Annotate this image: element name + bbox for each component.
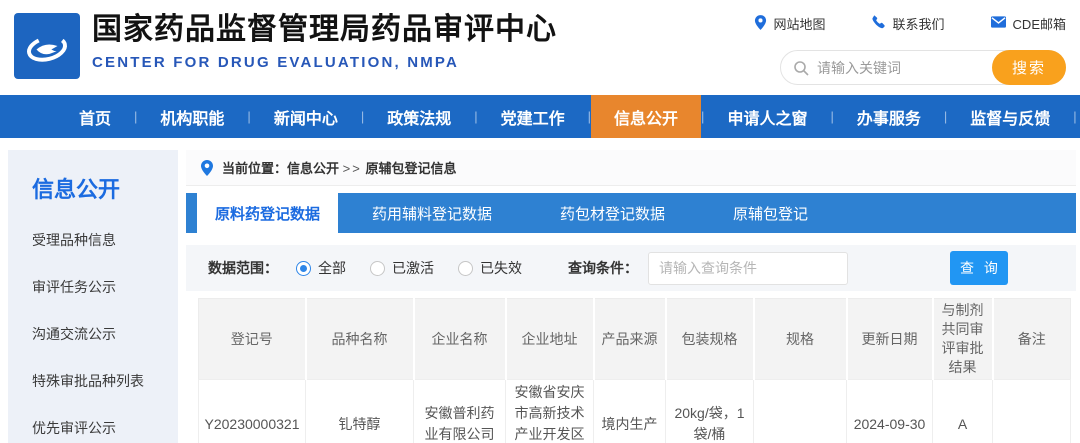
cell-登记号: Y20230000321 [198, 379, 306, 443]
nav-item-申请人之窗[interactable]: 申请人之窗 [704, 95, 830, 138]
column-header-包装规格: 包装规格 [664, 298, 754, 380]
search-input[interactable] [817, 59, 992, 76]
sidebar: 信息公开 受理品种信息审评任务公示沟通交流公示特殊审批品种列表优先审评公示突破性… [8, 150, 178, 443]
sidebar-item-优先审评公示[interactable]: 优先审评公示 [32, 418, 178, 438]
cell-包装规格: 20kg/袋，1袋/桶 [665, 379, 754, 443]
column-header-企业名称: 企业名称 [412, 298, 506, 380]
quick-links: 网站地图 联系我们 CDE邮箱 [754, 14, 1066, 33]
column-header-登记号: 登记号 [198, 298, 306, 380]
nav-item-办事服务[interactable]: 办事服务 [834, 95, 944, 138]
nav-item-党建工作[interactable]: 党建工作 [478, 95, 588, 138]
mail-icon [990, 16, 1006, 31]
table-header-row: 登记号 品种名称 企业名称 企业地址 产品来源 包装规格 规格 更新日期 与制剂共同审评审批结果… [198, 298, 1071, 380]
site-title: 国家药品监督管理局药品审评中心 [92, 13, 557, 46]
nav-item-信息公开[interactable]: 信息公开 [591, 95, 702, 138]
quick-link-CDE邮箱[interactable]: CDE邮箱 [990, 14, 1066, 33]
main-nav: 首页 | 机构职能 | 新闻中心 | 政策法规 | 党建工作 | 信息公开 | 申请人之窗 | 办事服务 | 监… [0, 95, 1080, 138]
nav-item-登记备案平台[interactable]: 登记备案平台 [1077, 95, 1080, 138]
cell-企业名称: 安徽普利药业有限公司 [413, 379, 506, 443]
registration-table: 登记号 品种名称 企业名称 企业地址 产品来源 包装规格 规格 更新日期 与制剂共同审评审批结果… [198, 298, 1071, 443]
location-pin-icon [201, 159, 213, 176]
column-header-更新日期: 更新日期 [845, 298, 933, 380]
breadcrumb-section[interactable]: 信息公开 [287, 161, 339, 176]
radio-circle-icon [370, 260, 385, 276]
tab-原辅包登记[interactable]: 原辅包登记 [699, 193, 842, 233]
quick-link-网站地图[interactable]: 网站地图 [754, 14, 826, 33]
content-panel: 当前位置：信息公开 >> 原辅包登记信息 原料药登记数据 药用辅料登记数据 药包材登… [186, 150, 1076, 443]
search-button[interactable]: 搜索 [992, 50, 1066, 85]
data-tabs: 原料药登记数据 药用辅料登记数据 药包材登记数据 原辅包登记 [186, 193, 1076, 233]
breadcrumb-separator: >> [342, 161, 362, 176]
radio-option-label: 已激活 [392, 260, 434, 276]
cell-备注 [992, 379, 1071, 443]
sidebar-item-受理品种信息[interactable]: 受理品种信息 [32, 230, 178, 250]
cell-与制剂共同审评审批结果: A [932, 379, 993, 443]
cell-产品来源: 境内生产 [593, 379, 666, 443]
site-subtitle: CENTER FOR DRUG EVALUATION, NMPA [92, 54, 460, 71]
main-area: 信息公开 受理品种信息审评任务公示沟通交流公示特殊审批品种列表优先审评公示突破性… [0, 138, 1080, 443]
radio-circle-icon [458, 260, 473, 276]
tab-原料药登记数据[interactable]: 原料药登记数据 [197, 193, 339, 233]
site-search: 搜索 [780, 50, 1066, 85]
search-icon [794, 60, 809, 76]
sidebar-item-沟通交流公示[interactable]: 沟通交流公示 [32, 324, 178, 344]
cell-企业地址: 安徽省安庆市高新技术产业开发区霓虹路58号 [505, 379, 594, 443]
query-input[interactable] [648, 251, 848, 285]
breadcrumb-current: 原辅包登记信息 [365, 161, 457, 176]
table-row: Y20230000321 钆特醇 安徽普利药业有限公司 安徽省安庆市高新技术产业开发区… [198, 379, 1071, 443]
query-label: 查询条件： [568, 260, 638, 276]
tab-药包材登记数据[interactable]: 药包材登记数据 [526, 193, 699, 233]
column-header-与制剂共同审评审批结果: 与制剂共同审评审批结果 [931, 298, 993, 380]
column-header-企业地址: 企业地址 [504, 298, 594, 380]
sidebar-title: 信息公开 [32, 177, 121, 202]
nav-item-政策法规[interactable]: 政策法规 [364, 95, 474, 138]
cde-logo [14, 13, 80, 79]
radio-option-label: 已失效 [480, 260, 522, 276]
nav-item-新闻中心[interactable]: 新闻中心 [251, 95, 361, 138]
sidebar-list: 受理品种信息审评任务公示沟通交流公示特殊审批品种列表优先审评公示突破性治疗公示 [32, 230, 178, 443]
scope-label: 数据范围： [208, 260, 278, 276]
sidebar-item-特殊审批品种列表[interactable]: 特殊审批品种列表 [32, 371, 178, 391]
column-header-规格: 规格 [752, 298, 847, 380]
nav-item-监督与反馈[interactable]: 监督与反馈 [947, 95, 1073, 138]
quick-link-联系我们[interactable]: 联系我们 [871, 14, 945, 33]
filter-bar: 数据范围： 全部 已激活 已失效 查询条件： 查 询 [186, 245, 1076, 291]
location-pin-icon [754, 14, 767, 33]
column-header-品种名称: 品种名称 [304, 298, 414, 380]
breadcrumb-location-label: 当前位置： [222, 161, 288, 176]
radio-option-已失效[interactable]: 已失效 [458, 258, 522, 278]
site-header: 国家药品监督管理局药品审评中心 CENTER FOR DRUG EVALUATI… [0, 0, 1080, 95]
radio-option-全部[interactable]: 全部 [296, 258, 346, 278]
quick-link-label: CDE邮箱 [1012, 17, 1066, 32]
phone-icon [871, 15, 886, 32]
brand-block: 国家药品监督管理局药品审评中心 CENTER FOR DRUG EVALUATI… [92, 10, 557, 71]
column-header-备注: 备注 [991, 298, 1071, 380]
column-header-产品来源: 产品来源 [592, 298, 666, 380]
radio-option-label: 全部 [318, 260, 346, 276]
tab-药用辅料登记数据[interactable]: 药用辅料登记数据 [338, 193, 526, 233]
cde-logo-swoosh-icon [27, 35, 67, 62]
scope-radios: 全部 已激活 已失效 [296, 258, 522, 278]
radio-option-已激活[interactable]: 已激活 [370, 258, 434, 278]
nav-item-首页[interactable]: 首页 [56, 95, 134, 138]
quick-link-label: 网站地图 [773, 17, 826, 32]
nav-item-机构职能[interactable]: 机构职能 [137, 95, 247, 138]
cell-规格 [753, 379, 847, 443]
breadcrumb-text: 当前位置：信息公开 >> 原辅包登记信息 [222, 158, 456, 177]
quick-link-label: 联系我们 [892, 17, 945, 32]
breadcrumb: 当前位置：信息公开 >> 原辅包登记信息 [186, 150, 1076, 186]
cell-品种名称: 钆特醇 [305, 379, 414, 443]
query-button[interactable]: 查 询 [950, 251, 1008, 285]
sidebar-item-审评任务公示[interactable]: 审评任务公示 [32, 277, 178, 297]
radio-circle-icon [296, 260, 311, 276]
cell-更新日期: 2024-09-30 [846, 379, 933, 443]
